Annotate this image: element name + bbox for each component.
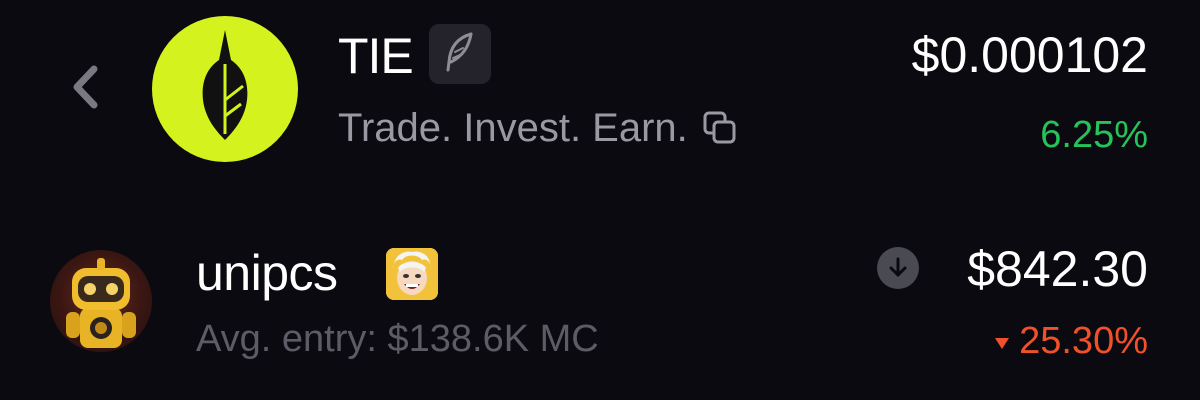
chevron-left-icon [68, 63, 102, 116]
robot-avatar-image [66, 258, 136, 348]
holding-value: $842.30 [967, 241, 1148, 297]
copy-icon[interactable] [700, 108, 740, 148]
triangle-down-icon [995, 337, 1010, 349]
token-name: TIE [338, 28, 414, 84]
token-tagline-row: Trade. Invest. Earn. [338, 104, 740, 152]
username[interactable]: unipcs [196, 244, 338, 302]
holding-change: 25.30% [1019, 320, 1148, 362]
feather-icon [445, 32, 475, 77]
token-price: $0.000102 [911, 27, 1148, 83]
back-button[interactable] [62, 62, 108, 116]
token-tagline: Trade. Invest. Earn. [338, 106, 688, 150]
token-logo [152, 16, 298, 162]
holding-change-row: 25.30% [995, 318, 1148, 364]
avatar[interactable] [50, 250, 152, 352]
token-change: 6.25% [1040, 114, 1148, 156]
feather-badge[interactable] [429, 24, 491, 84]
arrow-down-circle-icon[interactable] [877, 247, 919, 289]
avg-entry: Avg. entry: $138.6K MC [196, 318, 599, 360]
token-logo-mark [202, 30, 248, 140]
user-badge-image [386, 248, 438, 300]
